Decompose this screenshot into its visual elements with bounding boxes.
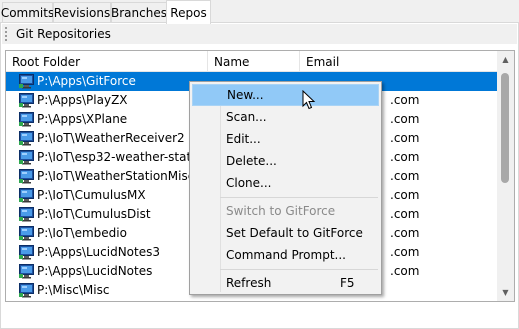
- computer-icon: [19, 188, 34, 203]
- computer-icon: [19, 283, 34, 298]
- computer-icon: [19, 264, 34, 279]
- menu-item-new[interactable]: New...: [192, 84, 379, 106]
- scroll-up-icon[interactable]: ▲: [497, 51, 514, 68]
- scrollbar-thumb[interactable]: [501, 73, 509, 183]
- tab-commits[interactable]: Commits: [1, 2, 54, 23]
- computer-icon: [19, 112, 34, 127]
- menu-item-label: Clone...: [226, 176, 272, 190]
- email-cell: .com: [390, 169, 420, 183]
- email-cell: .com: [390, 93, 420, 107]
- menu-item-set-default-to-gitforce[interactable]: Set Default to GitForce: [192, 222, 379, 244]
- toolbar-title: Git Repositories: [16, 27, 111, 41]
- email-cell: .com: [390, 207, 420, 221]
- email-cell: .com: [390, 150, 420, 164]
- root-folder-cell: P:\IoT\CumulusDist: [37, 207, 151, 221]
- toolbar: Git Repositories: [2, 24, 517, 44]
- computer-icon: [19, 74, 34, 89]
- menu-item-label: Scan...: [226, 110, 267, 124]
- tab-revisions[interactable]: Revisions: [53, 2, 111, 23]
- email-cell: .com: [390, 264, 420, 278]
- toolbar-grip-icon[interactable]: [5, 27, 11, 41]
- menu-separator: [220, 197, 378, 198]
- email-cell: .com: [390, 112, 420, 126]
- computer-icon: [19, 226, 34, 241]
- menu-separator: [220, 269, 378, 270]
- mouse-pointer-icon: [302, 90, 316, 110]
- root-folder-cell: P:\IoT\esp32-weather-station: [37, 150, 207, 164]
- root-folder-cell: P:\Misc\Misc: [37, 283, 110, 297]
- menu-item-refresh[interactable]: Refresh F5: [192, 272, 379, 294]
- menu-item-label: New...: [227, 88, 264, 102]
- menu-item-label: Edit...: [226, 132, 261, 146]
- menu-item-shortcut: F5: [340, 276, 355, 290]
- menu-item-scan[interactable]: Scan...: [192, 106, 379, 128]
- menu-item-clone[interactable]: Clone...: [192, 172, 379, 194]
- root-folder-cell: P:\IoT\embedio: [37, 226, 127, 240]
- menu-item-delete[interactable]: Delete...: [192, 150, 379, 172]
- menu-item-command-prompt[interactable]: Command Prompt...: [192, 244, 379, 266]
- computer-icon: [19, 131, 34, 146]
- email-cell: .com: [390, 226, 420, 240]
- root-folder-cell: P:\IoT\CumulusMX: [37, 188, 146, 202]
- email-cell: .com: [390, 188, 420, 202]
- computer-icon: [19, 245, 34, 260]
- tab-branches[interactable]: Branches: [111, 2, 167, 23]
- root-folder-cell: P:\IoT\WeatherStationMisc: [37, 169, 195, 183]
- menu-item-label: Delete...: [226, 154, 277, 168]
- vertical-scrollbar[interactable]: ▲ ▼: [497, 51, 514, 301]
- column-header-root-folder[interactable]: Root Folder: [6, 51, 208, 72]
- menu-item-switch-to-gitforce: Switch to GitForce: [192, 200, 379, 222]
- tab-repos[interactable]: Repos: [166, 0, 211, 24]
- root-folder-cell: P:\Apps\PlayZX: [37, 93, 128, 107]
- context-menu: New... Scan... Edit... Delete... Clone... Swi…: [189, 81, 382, 295]
- menu-item-edit[interactable]: Edit...: [192, 128, 379, 150]
- email-cell: .com: [390, 131, 420, 145]
- menu-item-label: Set Default to GitForce: [226, 226, 363, 240]
- computer-icon: [19, 93, 34, 108]
- menu-item-label: Refresh: [226, 276, 272, 290]
- column-header-name[interactable]: Name: [208, 51, 300, 72]
- root-folder-cell: P:\IoT\WeatherReceiver2: [37, 131, 185, 145]
- computer-icon: [19, 207, 34, 222]
- menu-item-label: Switch to GitForce: [226, 204, 336, 218]
- computer-icon: [19, 169, 34, 184]
- list-header: Root Folder Name Email: [6, 51, 498, 72]
- menu-item-label: Command Prompt...: [226, 248, 346, 262]
- root-folder-cell: P:\Apps\LucidNotes: [37, 264, 153, 278]
- scroll-down-icon[interactable]: ▼: [497, 284, 514, 301]
- root-folder-cell: P:\Apps\GitForce: [37, 74, 136, 88]
- root-folder-cell: P:\Apps\LucidNotes3: [37, 245, 160, 259]
- root-folder-cell: P:\Apps\XPlane: [37, 112, 128, 126]
- column-header-email[interactable]: Email: [300, 51, 498, 72]
- computer-icon: [19, 150, 34, 165]
- email-cell: .com: [390, 245, 420, 259]
- tab-strip: Commits Revisions Branches Repos: [0, 0, 519, 24]
